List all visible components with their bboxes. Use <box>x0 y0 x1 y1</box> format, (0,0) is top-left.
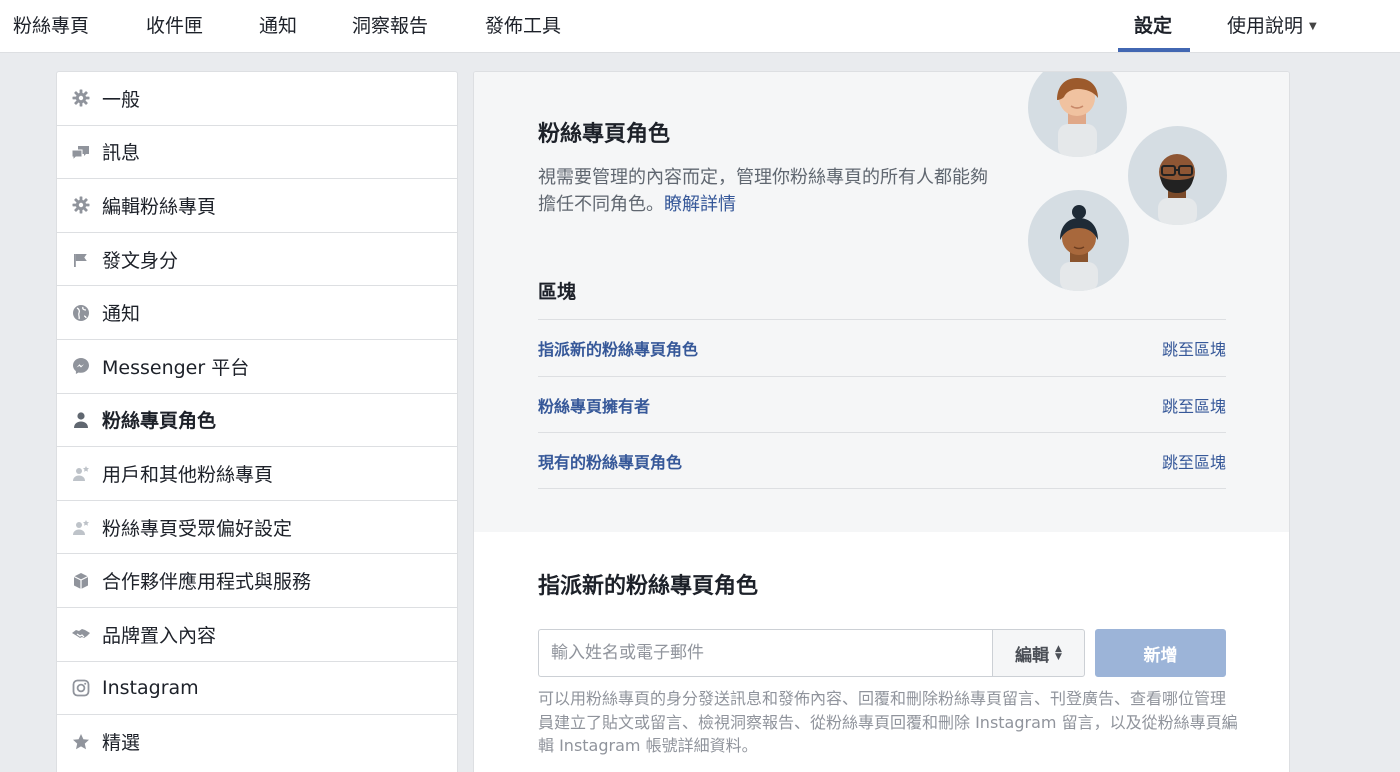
sidebar-item-label: 粉絲專頁受眾偏好設定 <box>102 517 293 540</box>
sidebar-item-label: Instagram <box>102 676 199 699</box>
help-label: 使用說明 <box>1227 15 1304 37</box>
role-selector-label: 編輯 <box>1015 645 1050 666</box>
help-menu[interactable]: 使用說明 ▼ <box>1227 0 1317 53</box>
sidebar-item-label: 發文身分 <box>102 249 179 272</box>
up-down-arrows-icon: ▲ ▼ <box>1055 644 1062 662</box>
person-star-icon <box>71 517 91 537</box>
sidebar-item-general[interactable]: 一般 <box>57 72 457 126</box>
section-link-page-owner[interactable]: 粉絲專頁擁有者 <box>538 393 650 417</box>
section-link-assign-role[interactable]: 指派新的粉絲專頁角色 <box>538 336 698 360</box>
person-icon <box>71 410 91 430</box>
sidebar-item-edit-page[interactable]: 編輯粉絲專頁 <box>57 179 457 233</box>
chat-bubbles-icon <box>71 142 91 162</box>
person-star-icon <box>71 463 91 483</box>
sidebar-item-branded-content[interactable]: 品牌置入內容 <box>57 608 457 662</box>
messenger-icon <box>71 356 91 376</box>
tab-page[interactable]: 粉絲專頁 <box>13 0 89 53</box>
cube-icon <box>71 571 91 591</box>
instagram-icon <box>71 678 91 698</box>
assign-role-form: 編輯 ▲▼ 新增 <box>538 629 1226 677</box>
sidebar-item-instagram[interactable]: Instagram <box>57 662 457 716</box>
tab-settings[interactable]: 設定 <box>1134 0 1172 53</box>
tab-notifications[interactable]: 通知 <box>259 0 297 53</box>
star-icon <box>71 732 91 752</box>
caret-down-icon: ▼ <box>1309 20 1317 32</box>
sidebar-item-label: 一般 <box>102 88 141 111</box>
sidebar-item-label: 粉絲專頁角色 <box>102 410 217 433</box>
page-roles-description: 視需要管理的內容而定，管理你粉絲專頁的所有人都能夠擔任不同角色。瞭解詳情 <box>538 164 988 218</box>
role-permission-description: 可以用粉絲專頁的身分發送訊息和發佈內容、回覆和刪除粉絲專頁留言、刊登廣告、查看哪… <box>538 689 1238 755</box>
section-link-existing-roles[interactable]: 現有的粉絲專頁角色 <box>538 449 682 473</box>
description-text: 視需要管理的內容而定，管理你粉絲專頁的所有人都能夠擔任不同角色。 <box>538 167 988 215</box>
gear-icon <box>71 88 91 108</box>
sections-heading: 區塊 <box>538 281 577 303</box>
sidebar-item-label: 訊息 <box>102 142 141 165</box>
avatar-illustration-1 <box>1028 72 1127 157</box>
sidebar-item-notifications[interactable]: 通知 <box>57 286 457 340</box>
active-tab-indicator <box>1118 48 1190 52</box>
sidebar-item-label: 用戶和其他粉絲專頁 <box>102 463 274 486</box>
sidebar-item-people-and-pages[interactable]: 用戶和其他粉絲專頁 <box>57 447 457 501</box>
sidebar-item-audience-preferences[interactable]: 粉絲專頁受眾偏好設定 <box>57 501 457 555</box>
learn-more-link[interactable]: 瞭解詳情 <box>664 194 736 215</box>
section-row: 指派新的粉絲專頁角色 跳至區塊 <box>538 319 1226 376</box>
globe-icon <box>71 303 91 323</box>
sidebar-item-label: 通知 <box>102 303 141 326</box>
jump-to-section-link[interactable]: 跳至區塊 <box>1162 393 1226 417</box>
avatar-illustration-2 <box>1128 126 1227 225</box>
page-roles-panel: 粉絲專頁角色 視需要管理的內容而定，管理你粉絲專頁的所有人都能夠擔任不同角色。瞭… <box>473 71 1290 772</box>
page-roles-hero: 粉絲專頁角色 視需要管理的內容而定，管理你粉絲專頁的所有人都能夠擔任不同角色。瞭… <box>474 72 1289 532</box>
sidebar-item-page-roles[interactable]: 粉絲專頁角色 <box>57 394 457 448</box>
tab-publishing-tools[interactable]: 發佈工具 <box>485 0 561 53</box>
settings-sidebar: 一般 訊息 編輯粉絲專頁 發文身分 通知 Messenger 平台 粉絲專頁角色… <box>56 71 458 772</box>
section-row: 粉絲專頁擁有者 跳至區塊 <box>538 376 1226 433</box>
flag-icon <box>71 249 91 269</box>
sidebar-item-posting-identity[interactable]: 發文身分 <box>57 233 457 287</box>
role-selector[interactable]: 編輯 ▲ ▼ <box>992 629 1085 677</box>
sidebar-item-featured[interactable]: 精選 <box>57 715 457 769</box>
sidebar-item-label: 精選 <box>102 732 141 755</box>
sidebar-item-label: 合作夥伴應用程式與服務 <box>102 571 312 594</box>
handshake-icon <box>71 624 91 644</box>
name-or-email-input[interactable] <box>538 629 993 677</box>
assign-role-heading: 指派新的粉絲專頁角色 <box>538 574 759 599</box>
jump-to-section-link[interactable]: 跳至區塊 <box>1162 336 1226 360</box>
sidebar-item-partner-apps[interactable]: 合作夥伴應用程式與服務 <box>57 554 457 608</box>
add-button[interactable]: 新增 <box>1095 629 1226 677</box>
page-title: 粉絲專頁角色 <box>538 122 671 147</box>
section-row: 現有的粉絲專頁角色 跳至區塊 <box>538 432 1226 489</box>
jump-to-section-link[interactable]: 跳至區塊 <box>1162 449 1226 473</box>
sidebar-item-messages[interactable]: 訊息 <box>57 126 457 180</box>
top-nav: 粉絲專頁 收件匣 通知 洞察報告 發佈工具 設定 使用說明 ▼ <box>0 0 1400 53</box>
tab-inbox[interactable]: 收件匣 <box>146 0 203 53</box>
gear-icon <box>71 195 91 215</box>
sidebar-item-messenger-platform[interactable]: Messenger 平台 <box>57 340 457 394</box>
sidebar-item-label: 品牌置入內容 <box>102 624 217 647</box>
sidebar-item-label: Messenger 平台 <box>102 356 250 379</box>
tab-insights[interactable]: 洞察報告 <box>352 0 428 53</box>
avatar-illustration-3 <box>1028 190 1129 291</box>
sidebar-item-label: 編輯粉絲專頁 <box>102 195 217 218</box>
